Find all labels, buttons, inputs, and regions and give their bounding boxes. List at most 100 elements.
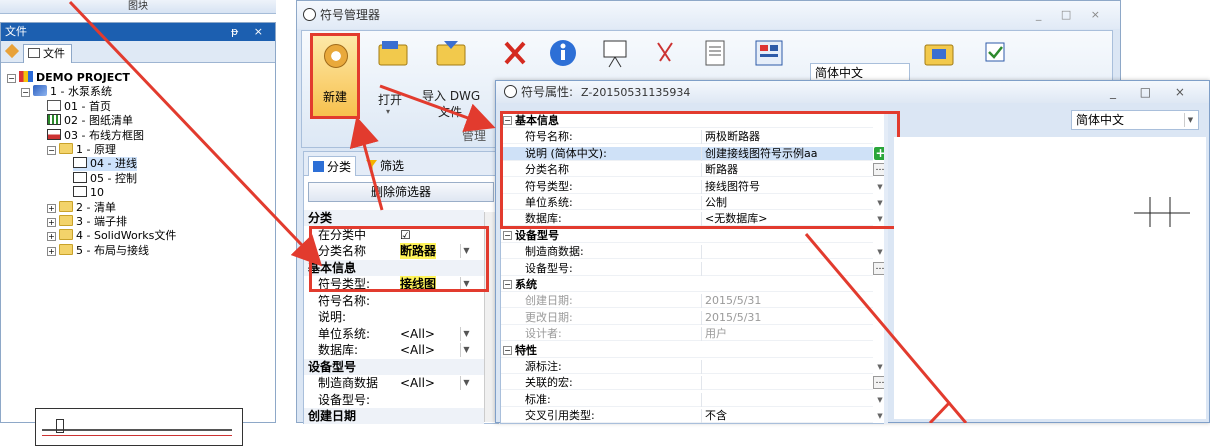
preview-language-select[interactable]: 简体中文 ▼ bbox=[1071, 110, 1199, 130]
tree-item[interactable]: 05 - 控制 bbox=[73, 171, 137, 186]
filter-row-label: 制造商数据 bbox=[318, 376, 379, 390]
property-row[interactable]: 制造商数据: ▼ bbox=[501, 245, 883, 260]
expand-icon[interactable]: + bbox=[47, 232, 56, 242]
filter-row-value[interactable]: <All> bbox=[400, 375, 435, 391]
tree-item-label: 05 - 控制 bbox=[90, 171, 137, 185]
chevron-down-icon: ▼ bbox=[1184, 113, 1196, 127]
expand-icon[interactable]: + bbox=[47, 246, 56, 256]
filter-category[interactable]: 设备型号 bbox=[304, 358, 484, 375]
property-category[interactable]: − 系统 bbox=[501, 278, 873, 292]
collapse-icon[interactable]: − bbox=[503, 230, 512, 240]
chevron-down-icon[interactable]: ▼ bbox=[460, 343, 472, 357]
tree-item[interactable]: +5 - 布局与接线 bbox=[47, 243, 149, 258]
tab-classification[interactable]: 分类 bbox=[308, 156, 357, 176]
filter-category[interactable]: 创建日期 bbox=[304, 408, 484, 424]
presentation-button[interactable] bbox=[598, 37, 632, 69]
expand-icon[interactable]: + bbox=[47, 218, 56, 227]
property-row[interactable]: 设计者: 用户 bbox=[501, 327, 873, 342]
tag-icon[interactable] bbox=[4, 43, 20, 59]
property-row[interactable]: 创建日期: 2015/5/31 bbox=[501, 294, 873, 309]
cut-button[interactable] bbox=[648, 37, 682, 69]
confirm-button[interactable] bbox=[978, 37, 1012, 69]
property-value[interactable]: 2015/5/31 bbox=[705, 311, 761, 325]
property-row[interactable]: 关联的宏:… bbox=[501, 376, 885, 391]
tree-item[interactable]: 03 - 布线方框图 bbox=[47, 128, 144, 143]
column-divider[interactable] bbox=[701, 409, 702, 423]
filter-row[interactable]: 制造商数据 <All> ▼ bbox=[304, 375, 484, 391]
export-button[interactable] bbox=[922, 37, 956, 69]
info-button[interactable] bbox=[546, 37, 580, 69]
file-panel-controls[interactable]: ᵽ × bbox=[231, 23, 269, 41]
block-panel-header[interactable]: 图块 bbox=[0, 0, 276, 14]
library-button[interactable] bbox=[752, 37, 786, 69]
tab-files[interactable]: 文件 bbox=[23, 44, 72, 63]
column-divider[interactable] bbox=[701, 392, 702, 407]
window-controls[interactable]: _ □ × bbox=[1110, 81, 1195, 103]
filter-row-value[interactable]: <All> bbox=[400, 342, 435, 358]
filter-row[interactable]: 数据库: <All> ▼ bbox=[304, 342, 484, 358]
filter-row-label: 创建日期 bbox=[308, 409, 357, 423]
import-dwg-button[interactable] bbox=[434, 37, 468, 69]
classification-icon bbox=[313, 161, 324, 172]
collapse-icon[interactable]: − bbox=[21, 88, 30, 98]
open-button[interactable] bbox=[376, 37, 410, 69]
tree-item[interactable]: 10 bbox=[73, 186, 104, 200]
filter-row[interactable]: 符号名称: bbox=[304, 293, 484, 309]
tree-item[interactable]: 02 - 图纸清单 bbox=[47, 114, 133, 128]
tree-item[interactable]: − DEMO PROJECT bbox=[7, 71, 130, 85]
property-category[interactable]: − 特性 bbox=[501, 343, 873, 358]
folder-icon bbox=[59, 229, 73, 241]
property-row[interactable]: 标准: ▼ bbox=[501, 392, 883, 407]
tree-item[interactable]: 01 - 首页 bbox=[47, 99, 111, 114]
property-row[interactable]: 源标注: ▼ bbox=[501, 360, 883, 374]
property-category[interactable]: − 设备型号 bbox=[501, 228, 873, 243]
window-controls[interactable]: _ □ × bbox=[1036, 1, 1108, 29]
delete-filter-button[interactable]: 删除筛选器 bbox=[308, 182, 494, 202]
open-label: 打开 bbox=[378, 93, 403, 107]
collapse-icon[interactable]: − bbox=[7, 74, 16, 83]
filter-row-value[interactable]: <All> bbox=[400, 326, 435, 342]
property-label: 系统 bbox=[515, 278, 537, 291]
collapse-icon[interactable]: − bbox=[503, 345, 512, 355]
property-value[interactable]: 用户 bbox=[705, 327, 727, 341]
tree-item[interactable]: +2 - 清单 bbox=[47, 200, 116, 215]
file-icon bbox=[28, 48, 40, 58]
column-divider[interactable] bbox=[701, 245, 702, 260]
property-row[interactable]: 更改日期: 2015/5/31 bbox=[501, 310, 873, 325]
property-value[interactable]: 不含 bbox=[705, 409, 727, 423]
delete-button[interactable] bbox=[498, 37, 532, 69]
collapse-icon[interactable]: − bbox=[503, 280, 512, 289]
library-icon bbox=[755, 40, 783, 66]
tree-item[interactable]: − 1 - 水泵系统 bbox=[21, 85, 112, 99]
tree-item[interactable]: − 1 - 原理 bbox=[47, 143, 116, 157]
filter-category[interactable]: 分类 bbox=[304, 210, 484, 226]
chevron-down-icon[interactable]: ▼ bbox=[460, 376, 472, 390]
column-divider[interactable] bbox=[701, 327, 702, 342]
file-panel-title: 文件 ᵽ × bbox=[1, 23, 275, 41]
property-value[interactable]: 2015/5/31 bbox=[705, 294, 761, 308]
properties-button[interactable] bbox=[698, 37, 732, 69]
tree-item[interactable]: 04 - 进线 bbox=[73, 157, 137, 172]
column-divider[interactable] bbox=[701, 360, 702, 374]
column-divider[interactable] bbox=[701, 376, 702, 391]
property-row[interactable]: 设备型号:… bbox=[501, 261, 885, 276]
expand-icon[interactable]: + bbox=[47, 203, 56, 213]
filter-row-label: 分类 bbox=[308, 211, 333, 225]
tab-filter[interactable]: 筛选 bbox=[362, 156, 408, 176]
open-folder-icon bbox=[378, 41, 408, 66]
filter-row[interactable]: 单位系统: <All> ▼ bbox=[304, 326, 484, 342]
tree-item[interactable]: +4 - SolidWorks文件 bbox=[47, 229, 176, 243]
new-button[interactable]: 新建 bbox=[310, 33, 360, 119]
filter-row[interactable]: 设备型号: bbox=[304, 392, 484, 408]
property-label: 标准: bbox=[525, 392, 551, 406]
column-divider[interactable] bbox=[701, 310, 702, 325]
filter-row[interactable]: 说明: bbox=[304, 309, 484, 325]
column-divider[interactable] bbox=[701, 261, 702, 276]
collapse-icon[interactable]: − bbox=[47, 146, 56, 155]
column-divider[interactable] bbox=[701, 294, 702, 309]
chevron-down-icon[interactable]: ▼ bbox=[460, 326, 472, 341]
tree-item[interactable]: +3 - 端子排 bbox=[47, 215, 127, 229]
property-row[interactable]: 交叉引用类型: 不含 ▼ bbox=[501, 409, 883, 423]
file-panel-tabs: 文件 bbox=[1, 41, 275, 63]
system-icon bbox=[33, 85, 47, 97]
